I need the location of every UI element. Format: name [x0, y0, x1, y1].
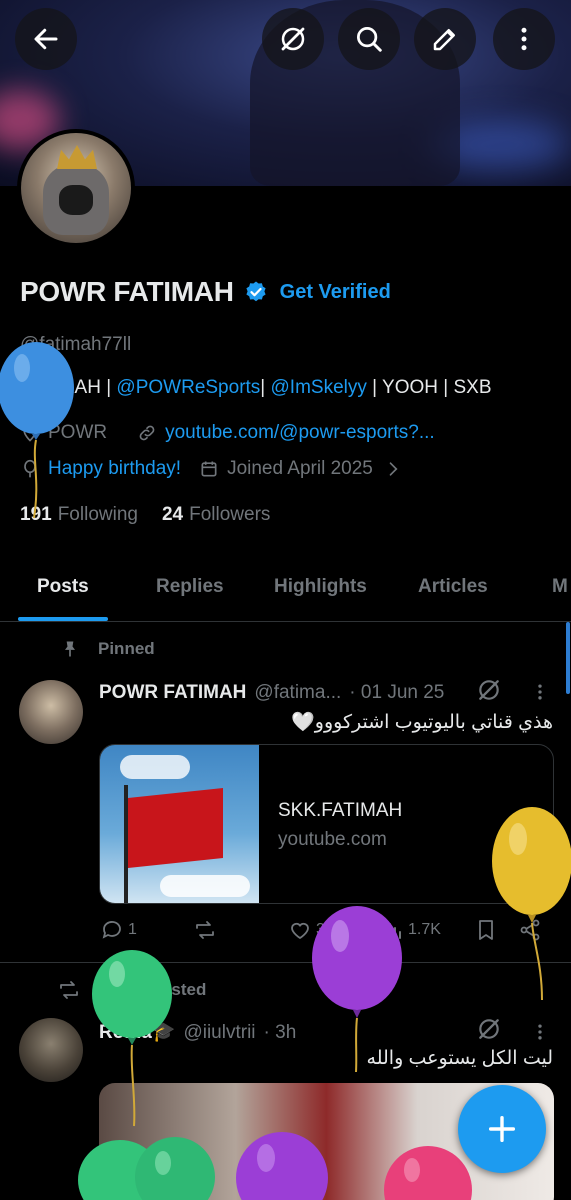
tab-highlights[interactable]: Highlights [274, 576, 367, 598]
reply-button[interactable]: 1 [100, 918, 137, 942]
balloon-decoration [492, 807, 571, 1001]
plus-icon [488, 1115, 516, 1143]
grok-icon [281, 27, 305, 51]
profile-joined-date: Joined April 2025 [227, 458, 373, 479]
tab-articles[interactable]: Articles [418, 576, 488, 598]
reply-icon [102, 921, 121, 939]
grok-button[interactable] [262, 8, 324, 70]
followers-count: 24 [161, 504, 184, 525]
profile-display-name: POWR FATIMAH [20, 276, 234, 307]
back-arrow-icon [34, 28, 58, 50]
search-icon [357, 27, 382, 52]
profile-tabs: Posts Replies Highlights Articles M [0, 560, 571, 622]
chevron-right-icon[interactable] [383, 459, 403, 479]
bio-text: | YOOH | SXB [366, 377, 492, 398]
reply-count: 1 [128, 921, 137, 938]
post-actions: 1 3 1.7K [0, 918, 571, 950]
bio-text: | [260, 377, 271, 398]
search-button[interactable] [338, 8, 400, 70]
followers-label: Followers [189, 504, 271, 525]
balloon-decoration [236, 1132, 328, 1200]
calendar-icon [201, 461, 217, 477]
link-preview-card[interactable]: SKK.FATIMAH youtube.com [99, 744, 554, 904]
verified-badge-icon[interactable] [244, 280, 268, 304]
link-icon [139, 425, 155, 441]
tab-replies[interactable]: Replies [156, 576, 224, 598]
tab-posts[interactable]: Posts [37, 576, 89, 598]
get-verified-link[interactable]: Get Verified [280, 281, 391, 304]
scrollbar[interactable] [566, 622, 570, 694]
compose-post-button[interactable] [458, 1085, 546, 1173]
card-thumbnail [100, 745, 259, 903]
grok-icon[interactable] [476, 677, 502, 703]
more-vertical-icon[interactable] [530, 680, 550, 704]
edit-button[interactable] [414, 8, 476, 70]
repost-button[interactable] [193, 918, 217, 942]
back-button[interactable] [15, 8, 77, 70]
more-button[interactable] [493, 8, 555, 70]
tab-more[interactable]: M [552, 576, 568, 598]
balloon-decoration [92, 950, 172, 1127]
avatar[interactable] [19, 1018, 83, 1082]
card-title: SKK.FATIMAH [278, 800, 403, 821]
bio-mention-imskelyy[interactable]: @ImSkelyy [271, 377, 367, 398]
more-vertical-icon[interactable] [530, 1020, 550, 1044]
profile-bio: FATIMAH | @POWReSports| @ImSkelyy | YOOH… [20, 377, 492, 399]
card-domain: youtube.com [278, 829, 387, 850]
repost-icon [196, 921, 214, 939]
avatar[interactable] [19, 680, 83, 744]
balloon-decoration [312, 906, 402, 1073]
post-timestamp[interactable]: · 01 Jun 25 [349, 682, 444, 704]
post-divider [0, 962, 571, 963]
balloon-decoration [0, 342, 74, 519]
post-timestamp[interactable]: · 3h [264, 1022, 297, 1044]
balloon-decoration [384, 1146, 472, 1200]
post-text: هذي قناتي باليوتيوب اشتركووو🤍 [291, 712, 553, 733]
post-author-handle: @fatima... [254, 682, 342, 703]
more-vertical-icon [521, 27, 527, 51]
post-author-name[interactable]: POWR FATIMAH [99, 682, 246, 704]
grok-icon[interactable] [476, 1016, 502, 1042]
balloon-decoration [78, 1137, 215, 1200]
heart-icon [291, 922, 309, 940]
pinned-label: Pinned [98, 639, 155, 658]
pin-icon [65, 641, 75, 657]
repost-icon [60, 981, 78, 999]
followers-link[interactable]: 24 Followers [162, 504, 270, 526]
active-tab-indicator [18, 617, 108, 621]
edit-icon [433, 29, 455, 51]
post-author-handle: @iiulvtrii [183, 1022, 256, 1043]
bio-mention-powresports[interactable]: @POWReSports [116, 377, 260, 398]
profile-website-link[interactable]: youtube.com/@powr-esports?... [165, 422, 435, 444]
view-count: 1.7K [408, 921, 441, 938]
profile-avatar[interactable] [17, 129, 135, 247]
